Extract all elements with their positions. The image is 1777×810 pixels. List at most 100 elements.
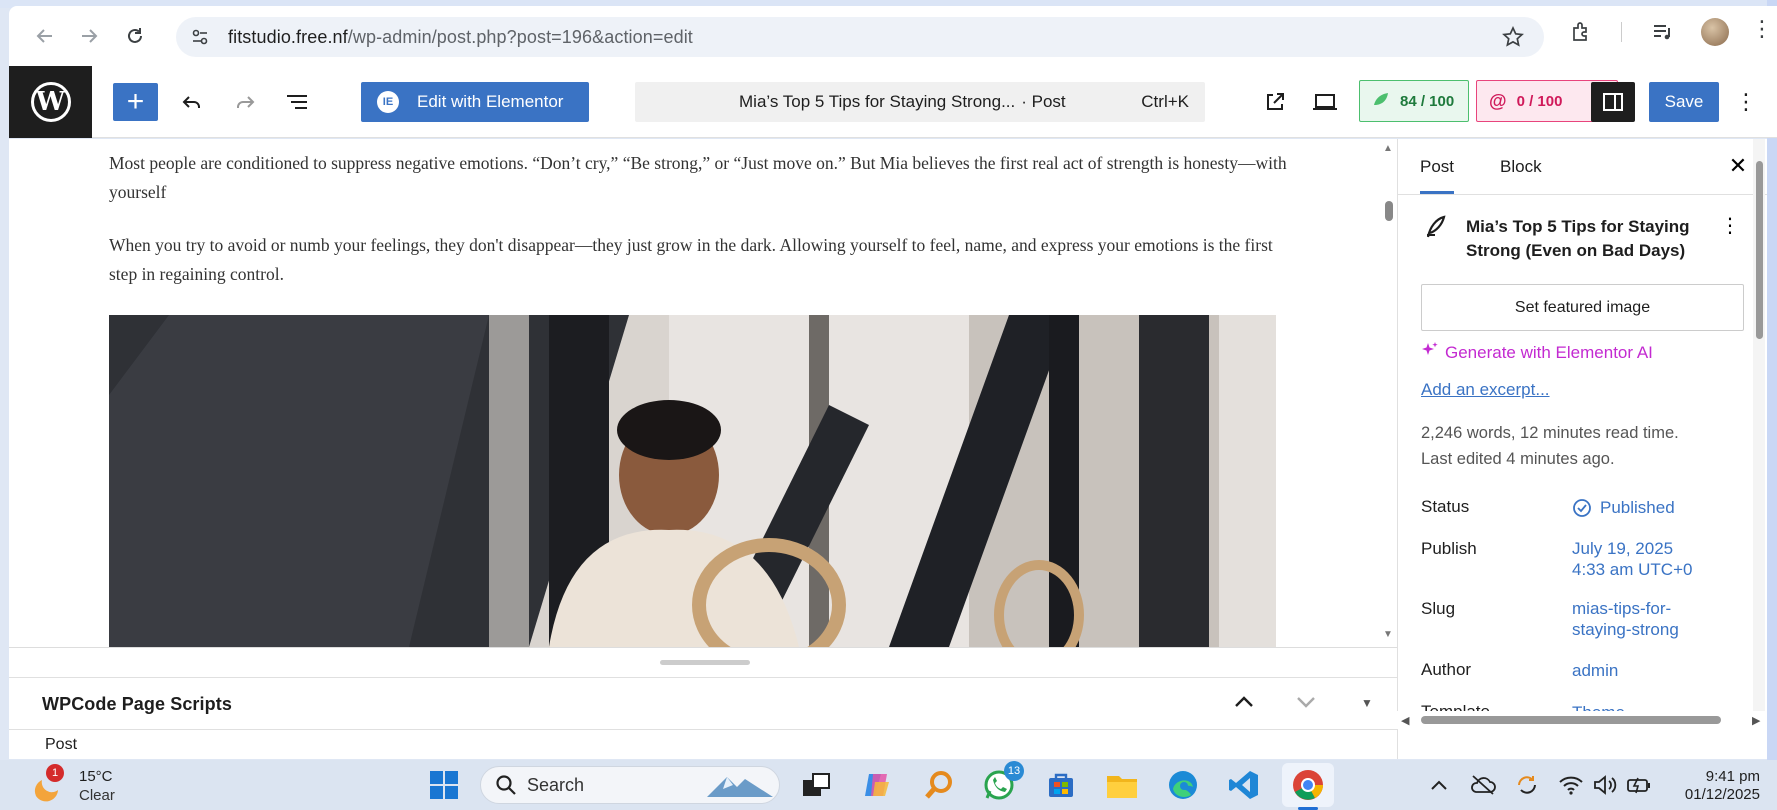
temperature-text: 15°C xyxy=(79,768,113,785)
volume-icon[interactable] xyxy=(1590,767,1620,803)
seo-leaf-icon xyxy=(1372,91,1390,111)
address-bar[interactable]: fitstudio.free.nf/wp-admin/post.php?post… xyxy=(176,17,1544,57)
sidebar-scrollbar-thumb[interactable] xyxy=(1756,161,1763,339)
redo-icon[interactable] xyxy=(227,84,263,120)
battery-icon[interactable] xyxy=(1624,767,1654,803)
edit-with-elementor-label: Edit with Elementor xyxy=(417,92,564,111)
clock-time: 9:41 pm xyxy=(1705,768,1760,785)
scroll-down-arrow-icon[interactable]: ▼ xyxy=(1383,629,1393,640)
publish-date-value[interactable]: July 19, 2025 4:33 am UTC+0 xyxy=(1572,538,1692,580)
paragraph-block[interactable]: Most people are conditioned to suppress … xyxy=(109,149,1289,207)
status-value[interactable]: Published xyxy=(1572,497,1675,518)
image-block[interactable] xyxy=(109,315,1276,647)
move-up-chevron-icon[interactable] xyxy=(1233,694,1255,715)
sidebar-toggle-icon xyxy=(1603,93,1623,111)
settings-panel-toggle[interactable] xyxy=(1591,82,1635,122)
view-post-icon[interactable] xyxy=(1257,84,1293,120)
profile-avatar[interactable] xyxy=(1701,18,1729,46)
sidebar-horizontal-scrollbar[interactable]: ◀ ▶ xyxy=(1397,711,1767,729)
search-highlight-icon xyxy=(707,777,773,797)
status-text: Published xyxy=(1600,498,1675,517)
start-button[interactable] xyxy=(424,767,464,803)
breadcrumb-item[interactable]: Post xyxy=(45,736,77,754)
publish-date: July 19, 2025 xyxy=(1572,539,1674,558)
sync-icon[interactable] xyxy=(1512,767,1542,803)
taskbar-search[interactable]: Search xyxy=(480,766,780,804)
set-featured-image-button[interactable]: Set featured image xyxy=(1421,284,1744,331)
close-icon[interactable]: ✕ xyxy=(1723,151,1753,181)
edit-with-elementor-button[interactable]: IE Edit with Elementor xyxy=(361,82,589,122)
command-palette-button[interactable]: Mia’s Top 5 Tips for Staying Strong... ·… xyxy=(635,82,1205,122)
chrome-icon[interactable] xyxy=(1282,763,1334,810)
reload-icon[interactable] xyxy=(117,18,153,54)
move-down-chevron-icon[interactable] xyxy=(1295,694,1317,715)
bookmark-star-icon[interactable] xyxy=(1502,25,1524,53)
edge-browser-icon[interactable] xyxy=(1163,767,1203,803)
scroll-left-arrow-icon[interactable]: ◀ xyxy=(1401,714,1409,727)
publish-time: 4:33 am UTC+0 xyxy=(1572,560,1693,579)
vscode-icon[interactable] xyxy=(1224,767,1264,803)
document-overview-icon[interactable] xyxy=(279,84,315,120)
weather-badge: 1 xyxy=(46,764,64,782)
taskbar: 1 15°C Clear Search 13 9:41 pm 01/12/202… xyxy=(0,760,1777,810)
seo-score-badge[interactable]: 84 / 100 xyxy=(1359,80,1469,122)
save-button[interactable]: Save xyxy=(1649,82,1719,122)
browser-toolbar: fitstudio.free.nf/wp-admin/post.php?post… xyxy=(9,6,1777,66)
copilot-icon[interactable] xyxy=(857,767,897,803)
url-path: /wp-admin/post.php?post=196&action=edit xyxy=(347,26,693,47)
cloud-offline-icon[interactable] xyxy=(1468,767,1498,803)
horizontal-scrollbar-thumb[interactable] xyxy=(1421,716,1721,724)
paragraph-block[interactable]: When you try to avoid or numb your feeli… xyxy=(109,231,1289,289)
wpcode-meta-box: WPCode Page Scripts ▼ xyxy=(9,677,1397,729)
scroll-up-arrow-icon[interactable]: ▲ xyxy=(1383,143,1393,154)
file-explorer-icon[interactable] xyxy=(1102,767,1142,803)
command-shortcut: Ctrl+K xyxy=(1141,92,1189,111)
toolbar-divider xyxy=(1621,22,1622,42)
sidebar-tabs: Post Block ✕ xyxy=(1398,139,1767,195)
search-label: Search xyxy=(527,774,585,795)
meta-box-resize-handle[interactable] xyxy=(9,647,1397,677)
published-check-icon xyxy=(1573,498,1591,517)
editor-scrollbar[interactable]: ▲ ▼ xyxy=(1379,139,1397,647)
slug-value[interactable]: mias-tips-for- staying-strong xyxy=(1572,598,1679,640)
add-excerpt-link[interactable]: Add an excerpt... xyxy=(1421,380,1550,400)
block-inserter-button[interactable]: + xyxy=(113,83,158,121)
resize-grip[interactable] xyxy=(660,660,750,665)
options-menu-icon[interactable]: ⋮ xyxy=(1731,84,1761,120)
gym-photo xyxy=(109,315,1276,647)
task-view-icon[interactable] xyxy=(796,767,836,803)
post-stats: 2,246 words, 12 minutes read time. Last … xyxy=(1421,420,1741,472)
search-app-icon[interactable] xyxy=(919,767,959,803)
undo-icon[interactable] xyxy=(174,84,210,120)
forward-arrow-icon[interactable] xyxy=(71,18,107,54)
back-arrow-icon[interactable] xyxy=(27,18,63,54)
elementor-logo-icon: IE xyxy=(377,91,399,113)
media-control-icon[interactable] xyxy=(1651,20,1675,49)
scrollbar-thumb[interactable] xyxy=(1385,201,1393,221)
preview-device-icon[interactable] xyxy=(1307,84,1343,120)
extensions-icon[interactable] xyxy=(1569,20,1593,49)
toggle-panel-caret-icon[interactable]: ▼ xyxy=(1361,696,1373,710)
editor-canvas: Most people are conditioned to suppress … xyxy=(9,139,1397,647)
show-hidden-icons-chevron-icon[interactable] xyxy=(1424,767,1454,803)
settings-sidebar: Post Block ✕ Mia’s Top 5 Tips for Stayin… xyxy=(1397,139,1767,759)
store-icon[interactable] xyxy=(1041,767,1081,803)
browser-menu-icon[interactable]: ⋮ xyxy=(1751,16,1773,42)
tab-block[interactable]: Block xyxy=(1500,157,1542,177)
wordpress-logo[interactable]: W xyxy=(9,66,92,138)
slug-label: Slug xyxy=(1421,599,1456,618)
author-value[interactable]: admin xyxy=(1572,660,1618,681)
system-clock[interactable]: 9:41 pm 01/12/2025 xyxy=(1656,768,1760,804)
url-text: fitstudio.free.nf/wp-admin/post.php?post… xyxy=(228,27,693,48)
meta-box-title: WPCode Page Scripts xyxy=(42,694,232,714)
scroll-right-arrow-icon[interactable]: ▶ xyxy=(1752,714,1760,727)
site-info-icon[interactable] xyxy=(180,17,220,57)
generate-ai-link[interactable]: Generate with Elementor AI xyxy=(1421,341,1653,364)
author-label: Author xyxy=(1421,660,1472,679)
seo-score-value: 84 / 100 xyxy=(1400,92,1455,110)
wifi-icon[interactable] xyxy=(1556,767,1586,803)
whatsapp-icon[interactable]: 13 xyxy=(980,761,1024,803)
post-actions-icon[interactable]: ⋮ xyxy=(1720,213,1740,238)
sidebar-scrollbar[interactable] xyxy=(1753,139,1765,711)
tab-post[interactable]: Post xyxy=(1420,157,1455,194)
